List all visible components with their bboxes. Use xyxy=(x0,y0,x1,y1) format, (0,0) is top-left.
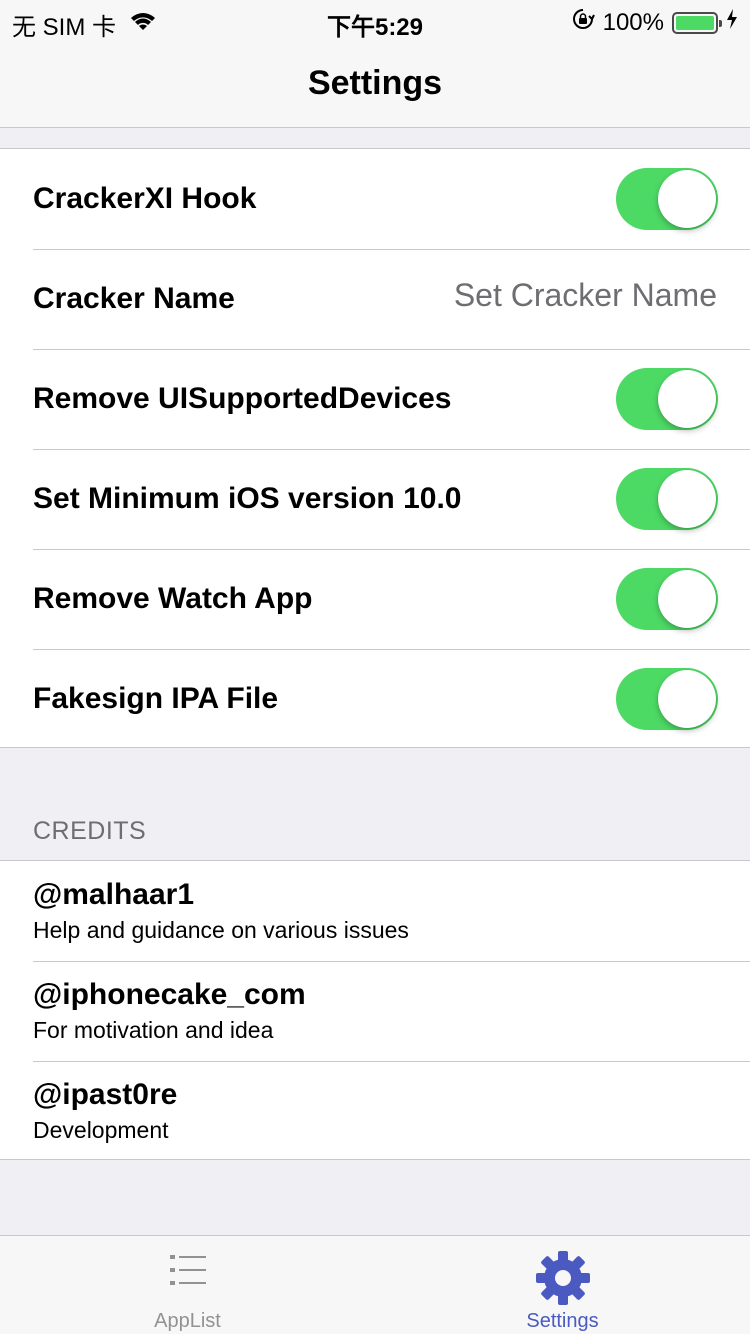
status-right: 100% xyxy=(571,7,738,38)
credit-row[interactable]: @iphonecake_com For motivation and idea xyxy=(0,961,750,1061)
tab-applist[interactable]: AppList xyxy=(0,1236,375,1334)
remove-watch-app-toggle[interactable] xyxy=(616,568,718,630)
setting-row-crackerxi-hook: CrackerXI Hook xyxy=(0,149,750,249)
fakesign-ipa-toggle[interactable] xyxy=(616,668,718,730)
tab-settings[interactable]: Settings xyxy=(375,1236,750,1334)
page-title: Settings xyxy=(307,64,443,102)
credits-section-header: CREDITS xyxy=(33,817,147,845)
toggle-knob xyxy=(658,370,716,428)
navigation-bar: Settings xyxy=(0,40,750,128)
setting-label: Set Minimum iOS version 10.0 xyxy=(33,482,462,515)
battery-cap xyxy=(719,19,722,27)
credit-description: Development xyxy=(33,1117,169,1143)
setting-row-remove-watch-app: Remove Watch App xyxy=(0,549,750,649)
credit-handle: @iphonecake_com xyxy=(33,978,306,1011)
remove-uisupporteddevices-toggle[interactable] xyxy=(616,368,718,430)
setting-row-cracker-name: Cracker Name xyxy=(0,249,750,349)
toggle-knob xyxy=(658,170,716,228)
cracker-name-input[interactable] xyxy=(357,277,717,314)
minimum-ios-toggle[interactable] xyxy=(616,468,718,530)
tab-bar: AppList Settings xyxy=(0,1235,750,1334)
setting-row-fakesign-ipa: Fakesign IPA File xyxy=(0,649,750,749)
credit-handle: @ipast0re xyxy=(33,1078,178,1111)
setting-label: CrackerXI Hook xyxy=(33,182,257,215)
charging-bolt-icon xyxy=(726,8,738,37)
credits-group: @malhaar1 Help and guidance on various i… xyxy=(0,860,750,1160)
credit-handle: @malhaar1 xyxy=(33,878,195,911)
rotation-lock-icon xyxy=(571,7,595,38)
setting-row-remove-uisupporteddevices: Remove UISupportedDevices xyxy=(0,349,750,449)
settings-group: CrackerXI Hook Cracker Name Remove UISup… xyxy=(0,148,750,748)
crackerxi-hook-toggle[interactable] xyxy=(616,168,718,230)
setting-label: Remove UISupportedDevices xyxy=(33,382,452,415)
setting-label: Remove Watch App xyxy=(33,582,313,615)
gear-icon xyxy=(535,1250,591,1311)
setting-row-minimum-ios: Set Minimum iOS version 10.0 xyxy=(0,449,750,549)
battery-percent: 100% xyxy=(602,8,664,36)
list-icon xyxy=(168,1250,208,1295)
toggle-knob xyxy=(658,570,716,628)
tab-label: AppList xyxy=(154,1310,221,1332)
tab-label: Settings xyxy=(526,1310,599,1332)
status-bar: 无 SIM 卡 下午5:29 100% xyxy=(0,0,750,41)
credit-row[interactable]: @ipast0re Development xyxy=(0,1061,750,1161)
credit-description: Help and guidance on various issues xyxy=(33,917,409,943)
setting-label: Fakesign IPA File xyxy=(33,682,279,715)
credit-row[interactable]: @malhaar1 Help and guidance on various i… xyxy=(0,861,750,961)
toggle-knob xyxy=(658,470,716,528)
setting-label: Cracker Name xyxy=(33,282,235,315)
battery-icon xyxy=(672,11,722,34)
credit-description: For motivation and idea xyxy=(33,1017,274,1043)
battery-level xyxy=(676,15,714,30)
toggle-knob xyxy=(658,670,716,728)
